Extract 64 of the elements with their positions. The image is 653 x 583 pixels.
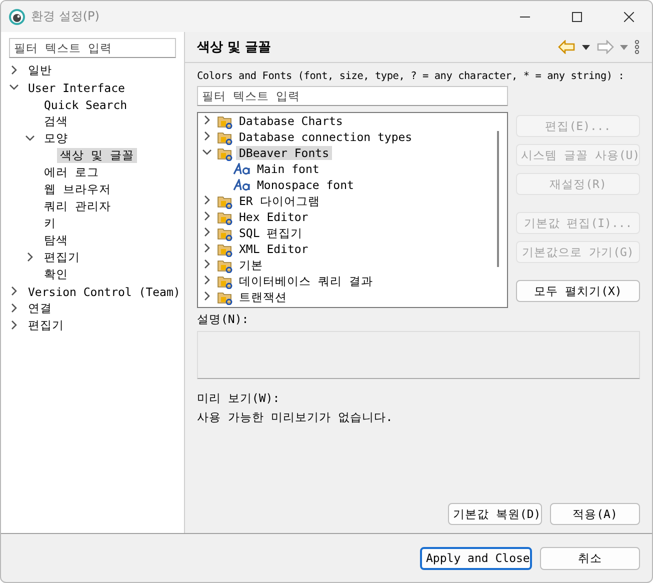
tree-item[interactable]: 탐색 <box>41 233 71 248</box>
description-text: Colors and Fonts (font, size, type, ? = any character, * = any string) : <box>197 71 624 82</box>
tree-item[interactable]: 검색 <box>41 114 71 129</box>
maximize-icon[interactable] <box>572 12 582 22</box>
tree-item[interactable]: Monospace font <box>254 178 357 192</box>
tree-item[interactable]: 연결 <box>25 301 55 316</box>
apply-and-close-button[interactable]: Apply and Close <box>420 546 532 570</box>
tree-item[interactable]: SQL 편집기 <box>236 226 306 240</box>
folder-font-icon <box>217 194 233 208</box>
filter-field[interactable]: 필터 텍스트 입력 <box>197 86 508 106</box>
tree-item[interactable]: Hex Editor <box>236 210 312 224</box>
tree-item[interactable]: 쿼리 관리자 <box>41 199 114 214</box>
restore-defaults-button[interactable]: 기본값 복원(D) <box>448 503 542 525</box>
chevron-down-icon[interactable] <box>9 82 19 92</box>
close-icon[interactable] <box>624 12 634 22</box>
tree-item[interactable]: 편집기 <box>25 318 67 333</box>
cancel-button[interactable]: 취소 <box>540 546 640 570</box>
description-label: 설명(N): <box>197 312 250 327</box>
tree-item[interactable]: 색상 및 글꼴 <box>57 148 137 163</box>
tree-item[interactable]: 모양 <box>41 131 71 146</box>
font-icon <box>233 163 251 175</box>
tree-item[interactable]: 웹 브라우저 <box>41 182 114 197</box>
preview-message: 사용 가능한 미리보기가 없습니다. <box>197 410 394 425</box>
tree-item[interactable]: DBeaver Fonts <box>236 146 332 160</box>
scrollbar[interactable] <box>497 131 499 267</box>
folder-font-icon <box>217 258 233 272</box>
tree-item[interactable]: 확인 <box>41 267 71 282</box>
tree-item[interactable]: User Interface <box>25 80 128 94</box>
folder-font-icon <box>217 274 233 288</box>
app-logo-icon <box>9 8 25 24</box>
preview-label: 미리 보기(W): <box>197 391 281 406</box>
window-title: 환경 설정(P) <box>31 8 100 25</box>
tree-item[interactable]: Version Control (Team) <box>25 284 184 298</box>
font-icon <box>233 179 251 191</box>
tree-item[interactable]: 데이터베이스 쿼리 결과 <box>236 274 376 288</box>
folder-font-icon <box>217 114 233 128</box>
tree-item[interactable]: 기본 <box>236 258 266 272</box>
tree-item[interactable]: ER 다이어그램 <box>236 194 323 208</box>
tree-item[interactable]: Main font <box>254 162 322 176</box>
folder-font-icon <box>217 130 233 144</box>
folder-font-icon <box>217 146 233 160</box>
dropdown-caret-icon[interactable] <box>582 44 590 50</box>
action-button[interactable]: 모두 펼치기(X) <box>516 280 640 302</box>
more-options-icon[interactable] <box>634 40 640 54</box>
tree-item[interactable]: Quick Search <box>41 98 130 112</box>
chevron-right-icon[interactable] <box>25 252 35 262</box>
chevron-down-icon[interactable] <box>202 147 212 157</box>
tree-item[interactable]: Database connection types <box>236 130 416 144</box>
tree-item[interactable]: 에러 로그 <box>41 165 102 180</box>
chevron-down-icon[interactable] <box>25 132 35 142</box>
tree-item[interactable]: 트랜잭션 <box>236 290 290 304</box>
folder-font-icon <box>217 210 233 224</box>
folder-font-icon <box>217 242 233 256</box>
tree-item[interactable]: 편집기 <box>41 250 83 265</box>
tree-item[interactable]: 키 <box>41 216 59 231</box>
folder-font-icon <box>217 290 233 304</box>
tree-item[interactable]: 일반 <box>25 63 55 78</box>
apply-button[interactable]: 적용(A) <box>550 503 640 525</box>
chevron-right-icon[interactable] <box>9 64 19 74</box>
filter-field[interactable]: 필터 텍스트 입력 <box>9 38 176 58</box>
tree-item[interactable]: XML Editor <box>236 242 312 256</box>
folder-font-icon <box>217 226 233 240</box>
tree-item[interactable]: Database Charts <box>236 114 346 128</box>
page-title: 색상 및 글꼴 <box>197 39 272 56</box>
